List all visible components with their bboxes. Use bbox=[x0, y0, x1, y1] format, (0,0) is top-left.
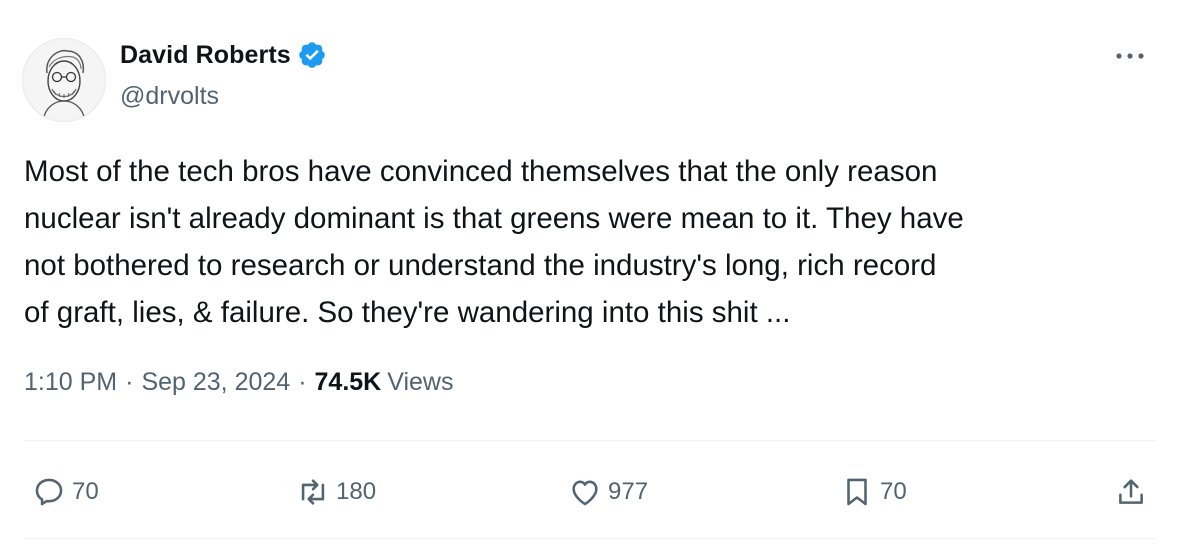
meta-separator: · bbox=[125, 368, 134, 396]
avatar[interactable] bbox=[22, 38, 106, 122]
action-bar: 70 180 977 70 bbox=[24, 470, 1154, 514]
reply-button[interactable]: 70 bbox=[32, 470, 99, 514]
repost-icon bbox=[301, 479, 325, 505]
meta-separator: · bbox=[298, 368, 307, 396]
more-options-icon[interactable] bbox=[1110, 38, 1150, 74]
share-icon bbox=[1119, 479, 1143, 504]
author-handle[interactable]: @drvolts bbox=[120, 82, 219, 111]
like-count: 977 bbox=[608, 478, 649, 505]
tweet-meta: 1:10 PM · Sep 23, 2024 · 74.5K Views bbox=[24, 368, 453, 397]
verified-badge-icon[interactable] bbox=[297, 40, 327, 70]
divider bbox=[24, 538, 1156, 539]
heart-icon bbox=[572, 480, 598, 506]
views-count[interactable]: 74.5K bbox=[315, 368, 382, 397]
tweet-date[interactable]: Sep 23, 2024 bbox=[141, 368, 290, 397]
bookmark-button[interactable]: 70 bbox=[840, 470, 907, 514]
share-button[interactable] bbox=[1114, 470, 1154, 514]
views-label: Views bbox=[387, 368, 454, 396]
tweet-text: Most of the tech bros have convinced the… bbox=[24, 155, 964, 329]
repost-count: 180 bbox=[336, 478, 377, 505]
bookmark-icon bbox=[847, 478, 867, 506]
reply-icon bbox=[35, 478, 63, 506]
repost-button[interactable]: 180 bbox=[296, 470, 376, 514]
tweet-time[interactable]: 1:10 PM bbox=[24, 368, 117, 397]
bookmark-count: 70 bbox=[880, 478, 907, 505]
author-name[interactable]: David Roberts bbox=[120, 41, 291, 70]
divider bbox=[24, 440, 1156, 441]
reply-count: 70 bbox=[72, 478, 99, 505]
author-name-row: David Roberts bbox=[120, 40, 327, 70]
like-button[interactable]: 977 bbox=[568, 470, 648, 514]
avatar-portrait-icon bbox=[23, 39, 105, 121]
